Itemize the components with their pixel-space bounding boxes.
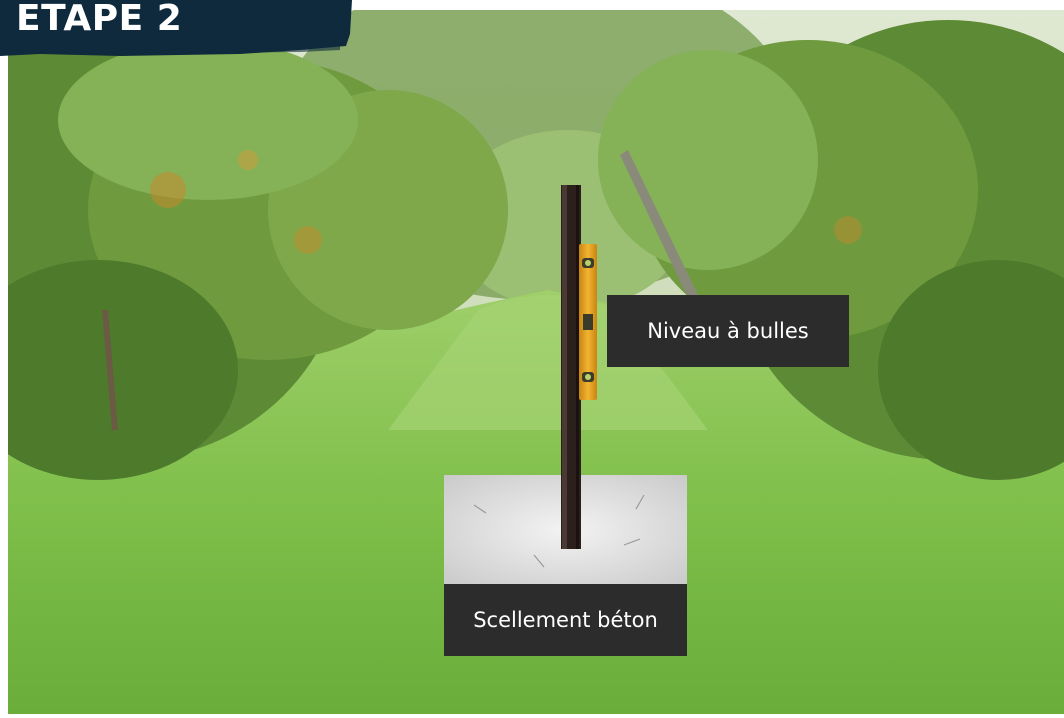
concrete-seal-label: Scellement béton bbox=[444, 584, 687, 656]
spirit-level bbox=[579, 244, 597, 400]
step-banner: ETAPE 2 bbox=[0, 0, 352, 58]
step-title: ETAPE 2 bbox=[16, 0, 183, 39]
bubble-level-label: Niveau à bulles bbox=[607, 295, 849, 367]
